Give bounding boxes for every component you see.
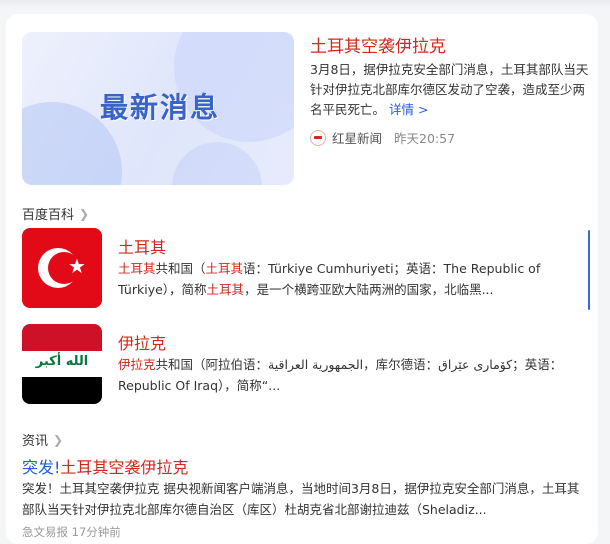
chevron-right-icon: ❯ — [53, 432, 64, 447]
desc-text: 共和国（ — [155, 261, 206, 276]
news-time: 昨天20:57 — [394, 131, 456, 146]
desc-text: ，是一个横跨亚欧大陆两洲的国家，北临黑... — [244, 282, 494, 297]
news-hero-image[interactable]: 最新消息 — [22, 32, 294, 185]
desc-text: 共和国（阿拉伯语：الجمهورية العراقية，库尔德语：کۆماری … — [118, 357, 563, 393]
news-more-link[interactable]: 详情 > — [389, 102, 428, 117]
info-section-label: 资讯 — [22, 434, 49, 449]
baike-entry-title-iraq[interactable]: 伊拉克 — [118, 330, 166, 354]
chevron-right-icon: ❯ — [79, 206, 90, 221]
baike-entry-desc-iraq: 伊拉克共和国（阿拉伯语：الجمهورية العراقية，库尔德语：کۆما… — [118, 354, 578, 396]
baike-list: ★ 土耳其 土耳其共和国（土耳其语：Türkiye Cumhuriyeti；英语… — [22, 228, 582, 408]
highlight-term: 土耳其 — [206, 282, 245, 297]
search-result-card: 最新消息 土耳其空袭伊拉克 3月8日，据伊拉克安全部门消息，土耳其部队当天针对伊… — [6, 14, 598, 544]
scrollbar-indicator[interactable] — [588, 230, 590, 310]
info-title-rest: 土耳其空袭伊拉克 — [60, 458, 189, 477]
flag-takbir: الله أكبر — [35, 354, 89, 369]
flag-stripe-black — [22, 377, 102, 404]
hero-caption: 最新消息 — [99, 91, 220, 124]
news-title-link[interactable]: 土耳其空袭伊拉克 — [310, 32, 446, 57]
news-source-row: 红星新闻 昨天20:57 — [310, 128, 455, 147]
flag-stripe-red — [22, 324, 102, 351]
baike-entry-title-turkey[interactable]: 土耳其 — [118, 234, 166, 258]
top-fade — [0, 0, 610, 8]
star-icon: ★ — [68, 254, 86, 278]
news-summary: 3月8日，据伊拉克安全部门消息，土耳其部队当天针对伊拉克北部库尔德区发动了空袭，… — [310, 60, 590, 120]
info-title-link[interactable]: 突发!土耳其空袭伊拉克 — [22, 454, 188, 478]
turkey-flag-image[interactable]: ★ — [22, 228, 102, 308]
info-desc: 突发！土耳其空袭伊拉克 据央视新闻客户端消息，当地时间3月8日，据伊拉克安全部门… — [22, 481, 580, 517]
info-meta: 急文易报 17分钟前 — [22, 525, 121, 539]
baike-entry-desc-turkey: 土耳其共和国（土耳其语：Türkiye Cumhuriyeti；英语：The R… — [118, 258, 578, 300]
source-logo-icon — [310, 129, 326, 146]
news-source-name[interactable]: 红星新闻 — [332, 128, 382, 147]
highlight-term: 伊拉克 — [118, 357, 156, 372]
highlight-term: 土耳其 — [118, 261, 156, 276]
hero-blob — [172, 142, 262, 185]
news-summary-text: 3月8日，据伊拉克安全部门消息，土耳其部队当天针对伊拉克北部库尔德区发动了空袭，… — [310, 62, 589, 117]
baike-section-label: 百度百科 — [22, 208, 75, 223]
iraq-flag-image[interactable]: الله أكبر — [22, 324, 102, 404]
highlight-term: 土耳其 — [205, 261, 244, 276]
baike-section-header[interactable]: 百度百科 ❯ — [22, 204, 90, 224]
info-title-prefix: 突发! — [22, 458, 61, 477]
info-section-header[interactable]: 资讯 ❯ — [22, 430, 64, 450]
